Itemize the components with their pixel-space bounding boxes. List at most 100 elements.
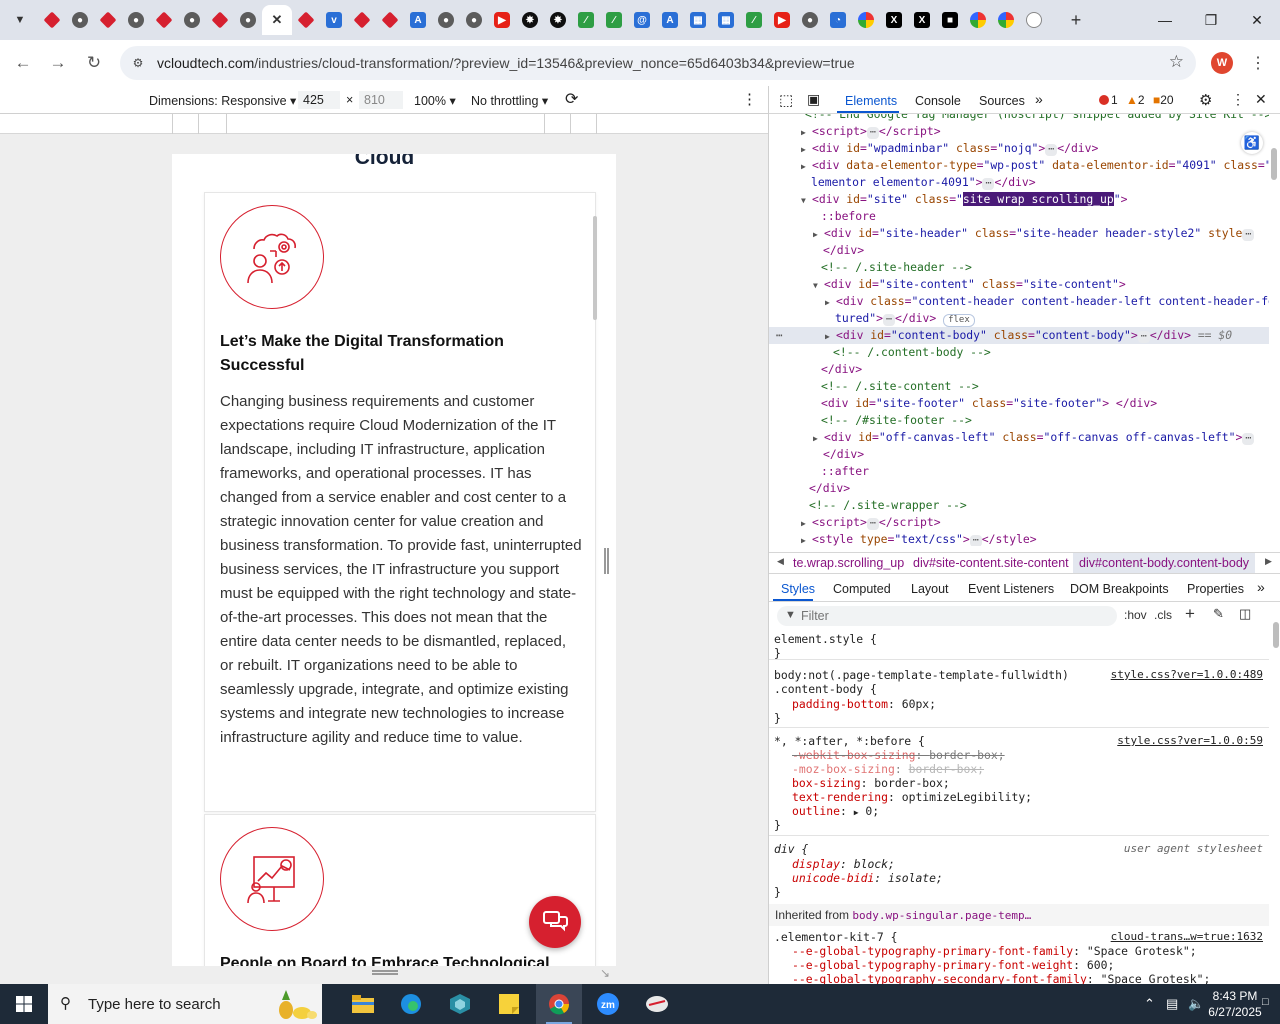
css-declaration[interactable]: --e-global-typography-secondary-font-fam… bbox=[792, 972, 1210, 984]
dom-node[interactable]: ▶ <div data-elementor-type="wp-post" data… bbox=[801, 157, 1269, 174]
dom-comment[interactable]: <!-- /.site-header --> bbox=[821, 259, 972, 276]
dom-comment[interactable]: <!-- /.site-content --> bbox=[821, 378, 979, 395]
resize-handle-corner[interactable]: ↘ bbox=[600, 966, 614, 980]
start-button[interactable] bbox=[0, 984, 48, 1024]
dom-node-continued[interactable]: tured"> ⋯ </div> flex bbox=[835, 310, 975, 327]
paint-brush-icon[interactable]: ✎ bbox=[1213, 606, 1224, 622]
tab-computed[interactable]: Computed bbox=[833, 582, 891, 596]
tab-search-button[interactable]: ▼ bbox=[6, 8, 34, 32]
tab-event-listeners[interactable]: Event Listeners bbox=[968, 582, 1054, 596]
accessibility-tree-icon[interactable]: ♿ bbox=[1241, 132, 1263, 154]
browser-tab[interactable]: ✸ bbox=[516, 5, 544, 35]
notification-icon[interactable]: □ bbox=[1262, 996, 1269, 1008]
back-button[interactable]: ← bbox=[8, 48, 38, 78]
css-declaration[interactable]: outline: ▶ 0; bbox=[792, 804, 879, 818]
chat-button[interactable] bbox=[529, 896, 581, 948]
dom-node-close[interactable]: </div> bbox=[823, 242, 864, 259]
browser-tab[interactable] bbox=[852, 5, 880, 35]
taskbar-edge[interactable] bbox=[388, 984, 434, 1024]
flex-badge[interactable]: flex bbox=[943, 314, 975, 327]
css-rule[interactable]: body:not(.page-template-template-fullwid… bbox=[769, 666, 1269, 728]
dom-node[interactable]: <!-- End Google Tag Manager (noscript) s… bbox=[805, 114, 1269, 123]
forward-button[interactable]: → bbox=[43, 48, 73, 78]
address-bar[interactable]: ⚙ vcloudtech.com/industries/cloud-transf… bbox=[120, 46, 1196, 80]
css-declaration[interactable]: --e-global-typography-primary-font-weigh… bbox=[792, 958, 1114, 972]
css-rule[interactable]: div { user agent stylesheet display: blo… bbox=[769, 840, 1269, 902]
css-rule[interactable]: *, *:after, *:before { style.css?ver=1.0… bbox=[769, 732, 1269, 836]
reload-button[interactable]: ↻ bbox=[79, 48, 109, 78]
css-source-link[interactable]: style.css?ver=1.0.0:489 bbox=[1111, 668, 1263, 681]
taskbar-chrome[interactable] bbox=[536, 984, 582, 1024]
dom-node[interactable]: ▶ <div class="content-header content-head… bbox=[825, 293, 1269, 310]
browser-tab[interactable] bbox=[292, 5, 320, 35]
css-declaration-overridden[interactable]: -webkit-box-sizing: border-box; bbox=[792, 748, 1005, 762]
network-icon[interactable]: ▤ bbox=[1166, 996, 1178, 1012]
dom-node[interactable]: ▶ <script> ⋯ </script> bbox=[801, 123, 941, 140]
browser-tab[interactable]: ∕ bbox=[572, 5, 600, 35]
filter-input[interactable] bbox=[801, 608, 1101, 624]
new-tab-button[interactable]: + bbox=[1064, 8, 1088, 32]
css-source-link[interactable]: cloud-trans…w=true:1632 bbox=[1111, 930, 1263, 943]
dom-pseudo[interactable]: ::before bbox=[821, 208, 876, 225]
dom-node[interactable]: ▶ <div id="off-canvas-left" class="off-ca… bbox=[813, 429, 1255, 446]
tab-console[interactable]: Console bbox=[915, 94, 961, 108]
profile-avatar[interactable]: W bbox=[1211, 52, 1233, 74]
css-declaration[interactable]: box-sizing: border-box; bbox=[792, 776, 950, 790]
browser-tab[interactable]: ● bbox=[122, 5, 150, 35]
browser-tab[interactable]: ● bbox=[178, 5, 206, 35]
resize-handle-bottom[interactable] bbox=[372, 970, 398, 975]
issues-count-badge[interactable]: ■20 bbox=[1153, 93, 1174, 107]
height-input[interactable]: 810 bbox=[359, 91, 403, 109]
taskbar-app-diamond[interactable] bbox=[437, 984, 483, 1024]
ruler-segment[interactable] bbox=[172, 114, 173, 134]
browser-tab[interactable]: ∕ bbox=[600, 5, 628, 35]
dom-comment[interactable]: <!-- /.content-body --> bbox=[833, 344, 991, 361]
browser-tab[interactable]: ◔ bbox=[824, 5, 852, 35]
device-toggle-icon[interactable]: ▣ bbox=[807, 91, 820, 108]
browser-tab[interactable]: ■ bbox=[936, 5, 964, 35]
ruler-segment[interactable] bbox=[570, 114, 571, 134]
tab-sources[interactable]: Sources bbox=[979, 94, 1025, 108]
error-count-badge[interactable]: 1 bbox=[1099, 93, 1118, 107]
more-options-icon[interactable]: ⋮ bbox=[1231, 91, 1245, 108]
dom-node[interactable]: <div id="site-footer" class="site-footer… bbox=[821, 395, 1157, 412]
dom-node[interactable]: ▼ <div id="site-content" class="site-cont… bbox=[813, 276, 1126, 293]
more-tabs-icon[interactable]: » bbox=[1257, 579, 1265, 595]
zoom-select[interactable]: 100% ▾ bbox=[414, 93, 456, 108]
dom-node-continued[interactable]: lementor elementor-4091"> ⋯ </div> bbox=[811, 174, 1036, 191]
minimize-button[interactable]: — bbox=[1142, 0, 1188, 40]
css-rule[interactable]: .elementor-kit-7 { cloud-trans…w=true:16… bbox=[769, 928, 1269, 984]
taskbar-file-explorer[interactable] bbox=[340, 984, 386, 1024]
ruler-segment[interactable] bbox=[198, 114, 199, 134]
dom-node[interactable]: ▶ <div id="wpadminbar" class="nojq"> ⋯ </di… bbox=[801, 140, 1098, 157]
tray-chevron-up-icon[interactable]: ⌃ bbox=[1144, 996, 1155, 1012]
browser-tab[interactable] bbox=[38, 5, 66, 35]
browser-tab[interactable]: A bbox=[656, 5, 684, 35]
resize-handle-right[interactable] bbox=[604, 548, 609, 574]
css-declaration[interactable]: text-rendering: optimizeLegibility; bbox=[792, 790, 1032, 804]
taskbar-snipping[interactable] bbox=[634, 984, 680, 1024]
tab-elements[interactable]: Elements bbox=[845, 94, 897, 108]
hover-state-button[interactable]: :hov bbox=[1124, 608, 1147, 622]
dom-comment[interactable]: <!-- /#site-footer --> bbox=[821, 412, 972, 429]
browser-tab[interactable]: ∕ bbox=[740, 5, 768, 35]
browser-tab[interactable] bbox=[94, 5, 122, 35]
browser-tab[interactable]: / bbox=[1020, 5, 1048, 35]
browser-tab[interactable]: ● bbox=[66, 5, 94, 35]
browser-tab[interactable] bbox=[206, 5, 234, 35]
breadcrumb-item-selected[interactable]: div#content-body.content-body bbox=[1073, 553, 1256, 573]
tab-styles[interactable]: Styles bbox=[781, 582, 815, 596]
search-highlight-pineapple-icon[interactable] bbox=[272, 988, 318, 1020]
dom-node[interactable]: ▶ <div id="site-header" class="site-heade… bbox=[813, 225, 1255, 242]
browser-tab[interactable]: ▦ bbox=[684, 5, 712, 35]
close-icon[interactable]: ✕ bbox=[269, 12, 285, 28]
css-declaration-invalid[interactable]: -moz-box-sizing: border-box; bbox=[792, 762, 984, 776]
gear-icon[interactable]: ⚙ bbox=[1199, 91, 1212, 109]
dom-node[interactable]: ▼ <div id="site" class="site wrap scrolli… bbox=[801, 191, 1128, 208]
taskbar-sticky-notes[interactable] bbox=[486, 984, 532, 1024]
site-info-icon[interactable]: ⚙ bbox=[128, 53, 148, 73]
css-source-link[interactable]: style.css?ver=1.0.0:59 bbox=[1117, 734, 1263, 747]
dom-node-close[interactable]: </div> bbox=[823, 446, 864, 463]
add-rule-icon[interactable]: + bbox=[1185, 604, 1195, 624]
browser-tab[interactable]: v bbox=[320, 5, 348, 35]
